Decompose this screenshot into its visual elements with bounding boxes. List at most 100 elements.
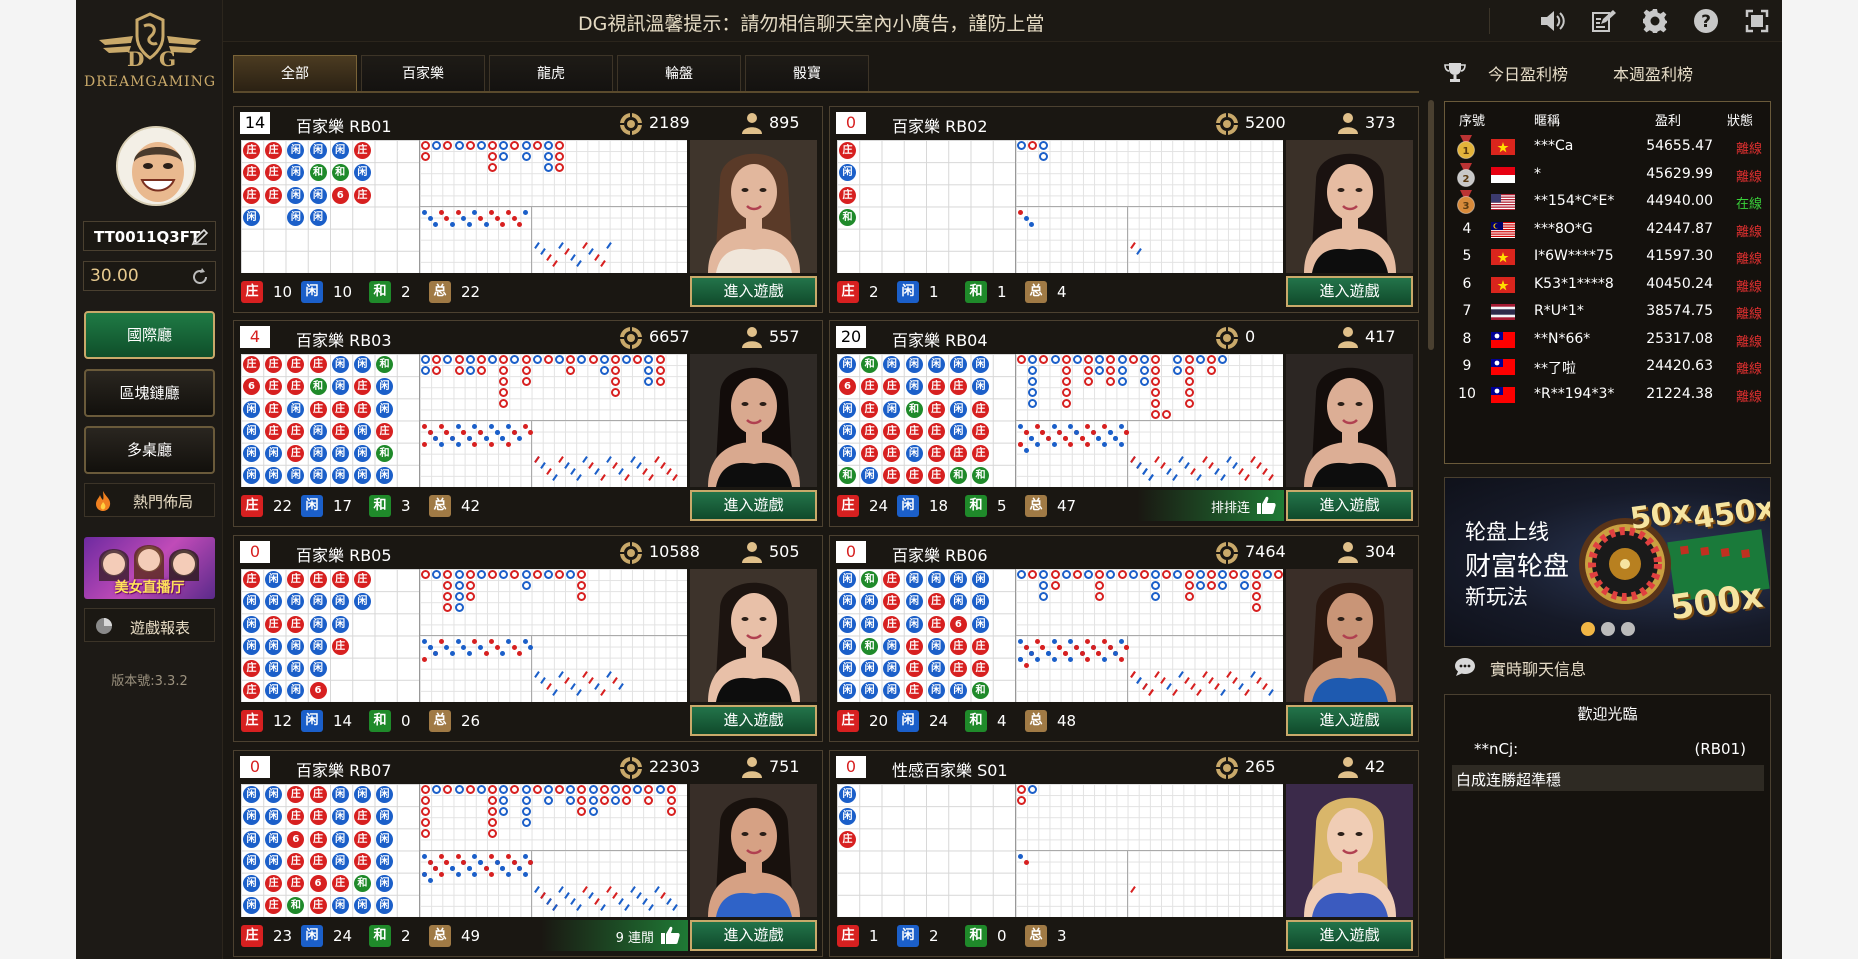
player-count-value: 17: [333, 497, 353, 515]
total-count-value: 3: [1057, 927, 1067, 945]
tie-count-badge: 和: [965, 710, 987, 732]
big-road-mark: [465, 785, 475, 794]
bead-eye-road-mark: [483, 866, 489, 871]
dealer-video[interactable]: [1286, 784, 1413, 917]
dealer-video[interactable]: [690, 140, 817, 273]
table-name: 性感百家樂 S01: [892, 761, 1008, 780]
total-count-value: 48: [1057, 712, 1077, 730]
banker-count-badge: 庄: [837, 495, 859, 517]
cockroach-road-mark: [606, 456, 612, 463]
enter-game-button[interactable]: 進入遊戲: [1286, 276, 1413, 307]
flag-th-icon: [1491, 304, 1515, 320]
enter-game-button[interactable]: 進入遊戲: [690, 276, 817, 307]
tab-sicbo[interactable]: 骰寶: [745, 55, 869, 91]
edit-icon[interactable]: [1578, 8, 1629, 34]
player-count-badge: 闲: [301, 710, 323, 732]
big-road-mark: [1139, 355, 1149, 364]
bead-result: 闲: [265, 593, 283, 611]
table-card[interactable]: 4 百家樂 RB03 6657 557 庄 6 闲闲闲闲庄庄庄庄闲闲庄庄闲庄庄闲庄和庄闲闲闲…: [233, 320, 823, 527]
carousel-dot[interactable]: [1600, 622, 1615, 636]
hall-blockchain-button[interactable]: 區塊鏈廳: [84, 369, 215, 417]
big-road-mark: [555, 785, 565, 794]
table-card[interactable]: 0 百家樂 RB05 10588 505 庄闲闲闲庄庄闲闲庄闲闲闲庄闲庄闲闲闲庄闲闲闲闲…: [233, 535, 823, 742]
game-report-button[interactable]: 遊戲報表: [84, 608, 215, 642]
cockroach-road-mark: [1184, 677, 1190, 684]
bead-result: 庄: [927, 593, 945, 611]
cockroach-road-mark: [1208, 462, 1214, 469]
bead-eye-road-mark: [472, 442, 478, 447]
bead-result: 庄: [883, 445, 901, 462]
big-road-mark: [1106, 355, 1116, 364]
carousel-dot[interactable]: [1620, 622, 1635, 636]
fullscreen-icon[interactable]: [1731, 8, 1782, 34]
bead-result: 闲: [287, 164, 305, 182]
gear-icon[interactable]: [1629, 8, 1680, 34]
lobby-scrollbar[interactable]: [1428, 100, 1434, 350]
chat-username: **nCj:: [1474, 740, 1519, 758]
bead-eye-road-mark: [506, 639, 511, 644]
dealer-video[interactable]: [690, 784, 817, 917]
avatar[interactable]: [116, 126, 196, 206]
dealer-video[interactable]: [1286, 569, 1413, 702]
chat-room: (RB01): [1694, 740, 1746, 758]
table-card[interactable]: 14 百家樂 RB01 2189 895 庄庄庄闲庄庄庄闲闲闲闲闲和闲闲闲和 6 庄闲庄庄 1…: [233, 106, 823, 313]
bead-result: 庄: [905, 660, 923, 677]
dealer-video[interactable]: [690, 354, 817, 487]
big-road-mark: [1218, 581, 1228, 591]
road-divider: [420, 850, 687, 851]
bead-eye-road-mark: [1068, 639, 1074, 644]
hall-multitable-button[interactable]: 多桌廳: [84, 426, 215, 474]
bead-eye-road-mark: [472, 854, 478, 859]
bead-result: 6: [243, 378, 260, 396]
table-card[interactable]: 0 性感百家樂 S01 265 42 闲闲庄庄 1 闲 2 和 0 总 3 進入遊戲: [829, 750, 1419, 957]
bead-eye-road-mark: [466, 436, 472, 441]
bead-result: 6: [287, 830, 305, 848]
tab-baccarat[interactable]: 百家樂: [361, 55, 485, 91]
tab-roulette[interactable]: 輪盤: [617, 55, 741, 91]
tie-count-badge: 和: [965, 495, 987, 517]
edit-pencil-icon[interactable]: [191, 228, 209, 250]
bead-result: 庄: [287, 615, 305, 633]
sound-icon[interactable]: [1527, 8, 1578, 34]
enter-game-button[interactable]: 進入遊戲: [690, 920, 817, 951]
hot-layout-button[interactable]: 熱門佈局: [84, 483, 215, 517]
carousel-dot[interactable]: [1580, 622, 1595, 636]
cockroach-road-mark: [648, 474, 654, 481]
promo-line-2: 财富轮盘: [1465, 552, 1570, 582]
big-road-mark: [1028, 570, 1038, 579]
bead-eye-road-mark: [1051, 424, 1057, 429]
refresh-icon[interactable]: [190, 267, 210, 292]
bead-eye-road-mark: [455, 872, 461, 877]
hall-international-button[interactable]: 國際廳: [84, 311, 215, 359]
dealer-video[interactable]: [1286, 354, 1413, 487]
bead-eye-road-mark: [1085, 657, 1091, 662]
bead-eye-road-mark: [506, 872, 511, 877]
ranking-nickname: R*U*1*: [1534, 303, 1584, 319]
big-road-mark: [465, 570, 475, 579]
bead-result: 庄: [883, 615, 901, 633]
tab-dragon-tiger[interactable]: 龍虎: [489, 55, 613, 91]
enter-game-button[interactable]: 進入遊戲: [1286, 490, 1413, 521]
tab-all[interactable]: 全部: [233, 55, 357, 91]
enter-game-button[interactable]: 進入遊戲: [1286, 920, 1413, 951]
bead-eye-road-mark: [461, 860, 467, 865]
help-icon[interactable]: ?: [1680, 8, 1731, 34]
big-road-mark: [454, 366, 464, 376]
dealer-video[interactable]: [690, 569, 817, 702]
tab-week-ranking[interactable]: 本週盈利榜: [1613, 61, 1693, 85]
promo-carousel[interactable]: 轮盘上线 财富轮盘 新玩法 50x 450x 500x: [1444, 477, 1771, 647]
tab-today-ranking[interactable]: 今日盈利榜: [1488, 61, 1568, 85]
enter-game-button[interactable]: 進入遊戲: [1286, 705, 1413, 736]
table-card[interactable]: 0 百家樂 RB06 7464 304 闲闲闲闲闲闲和闲闲和闲闲庄庄庄闲闲闲闲闲闲庄庄庄…: [829, 535, 1419, 742]
cockroach-road-mark: [582, 671, 588, 678]
dealer-video[interactable]: [1286, 140, 1413, 273]
enter-game-button[interactable]: 進入遊戲: [690, 490, 817, 521]
dealer-portrait: [1304, 797, 1396, 917]
table-card[interactable]: 0 百家樂 RB02 5200 373 庄闲庄和庄 2 闲 1 和 1 总 4 進入遊戲: [829, 106, 1419, 313]
big-road-mark: [1095, 592, 1105, 602]
big-road-mark: [488, 829, 498, 839]
live-girls-banner[interactable]: 美女直播厅: [84, 537, 215, 599]
table-card[interactable]: 0 百家樂 RB07 22303 751 闲闲闲闲闲闲闲闲闲闲庄庄庄庄 6 庄庄和庄庄庄庄 6…: [233, 750, 823, 957]
table-card[interactable]: 20 百家樂 RB04 0 417 闲 6 闲闲闲和和庄庄庄庄闲闲庄闲庄庄庄闲闲和庄闲庄闲庄…: [829, 320, 1419, 527]
enter-game-button[interactable]: 進入遊戲: [690, 705, 817, 736]
